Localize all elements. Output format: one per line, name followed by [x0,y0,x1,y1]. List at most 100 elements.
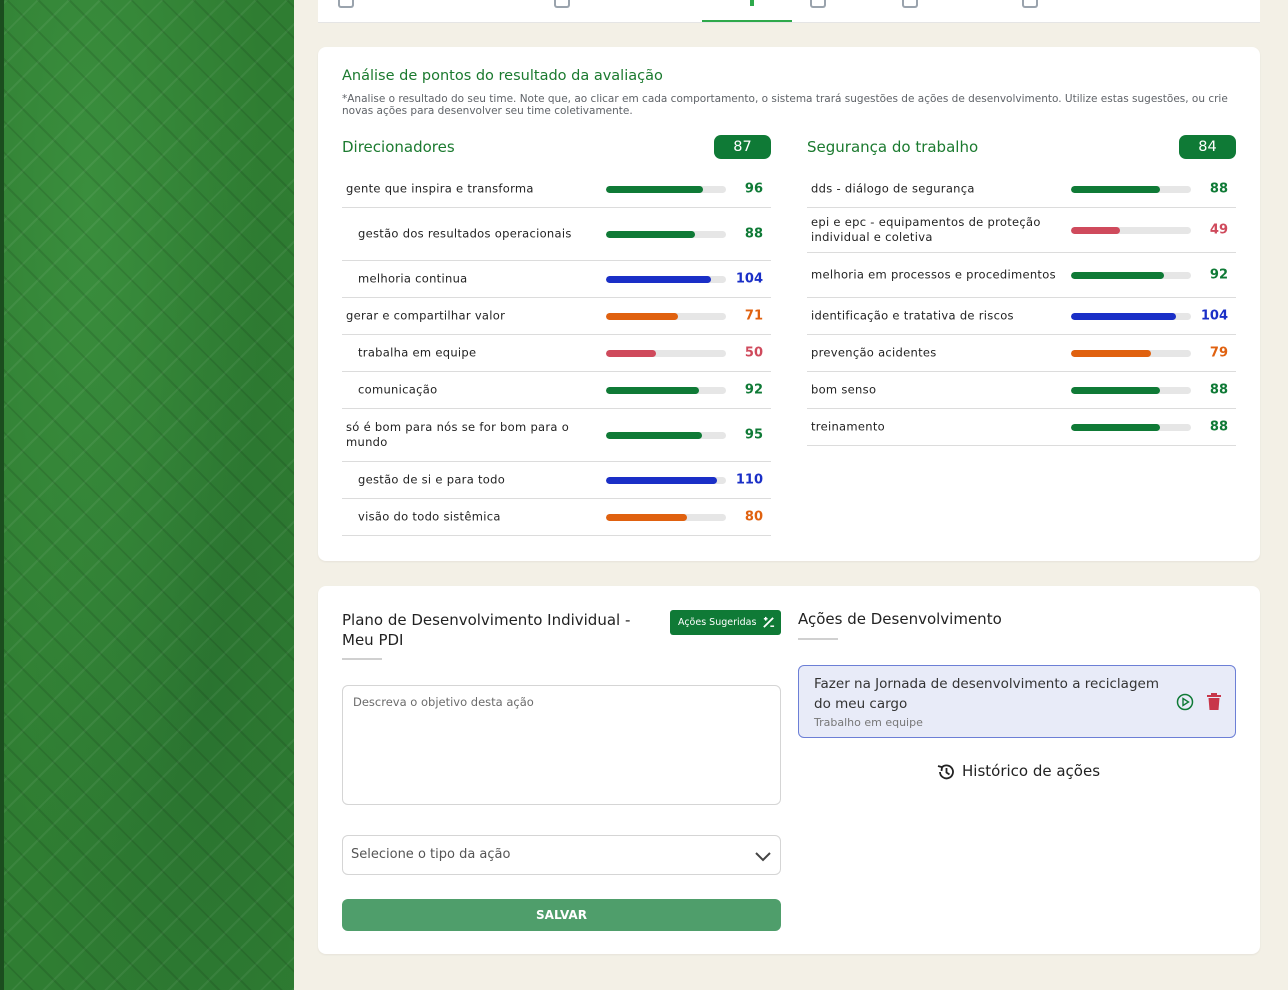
column-header: Direcionadores 87 [342,135,771,171]
tab-icon-3-active[interactable] [750,0,754,6]
behavior-label: GERAR E COMPARTILHAR VALOR [346,308,506,323]
column-seguranca: Segurança do trabalho 84 DDS - DIÁLOGO D… [807,135,1236,446]
tab-active-indicator [702,20,792,22]
pdi-title-underline [342,658,382,660]
behavior-label: IDENTIFICAÇÃO E TRATATIVA DE RISCOS [811,308,1014,323]
behavior-row[interactable]: GENTE QUE INSPIRA E TRANSFORMA 96 [342,171,771,208]
score-value: 50 [744,345,763,361]
action-item-text: Fazer na Jornada de desenvolvimento a re… [814,676,1159,712]
objective-textarea[interactable]: Descreva o objetivo desta ação [342,685,781,805]
play-circle-icon[interactable] [1176,693,1194,711]
score-value: 80 [744,509,763,525]
action-type-select[interactable]: Selecione o tipo da ação [342,835,781,875]
behavior-list: GENTE QUE INSPIRA E TRANSFORMA 96 GESTÃO D… [342,171,771,536]
score-bar-track [606,514,726,521]
analysis-note: *Analise o resultado do seu time. Note q… [342,93,1228,117]
score-value: 49 [1209,222,1228,238]
score-bar-track [1071,313,1191,320]
score-value: 110 [735,472,763,488]
behavior-row[interactable]: MELHORIA EM PROCESSOS E PROCEDIMENTOS 92 [807,253,1236,298]
score-bar-track [1071,227,1191,234]
score-bar-track [606,313,726,320]
behavior-label: MELHORIA CONTINUA [358,271,468,286]
behavior-label: DDS - DIÁLOGO DE SEGURANÇA [811,181,975,196]
score-bar-track [606,477,726,484]
score-bar-fill [606,432,702,439]
behavior-row[interactable]: TRABALHA EM EQUIPE 50 [342,335,771,372]
leaf-pattern-background [0,0,294,990]
behavior-label: GENTE QUE INSPIRA E TRANSFORMA [346,181,534,196]
score-value: 79 [1209,345,1228,361]
behavior-label: EPI E EPC - EQUIPAMENTOS DE PROTEÇÃO IND… [811,215,1041,244]
pdi-card: Plano de Desenvolvimento Individual - Me… [318,586,1260,954]
score-value: 104 [1200,308,1228,324]
suggested-actions-label: Ações Sugeridas [678,617,757,628]
score-bar-track [1071,186,1191,193]
score-value: 88 [744,226,763,242]
actions-title-underline [798,638,838,640]
column-score-badge: 87 [714,135,771,159]
score-bar-fill [606,231,695,238]
pdi-title: Plano de Desenvolvimento Individual - Me… [342,611,631,649]
score-bar-fill [606,514,687,521]
score-bar-track [606,350,726,357]
score-value: 95 [744,427,763,443]
score-bar-fill [606,313,678,320]
score-value: 88 [1209,382,1228,398]
score-bar-track [1071,272,1191,279]
tab-icon-2[interactable] [554,0,570,8]
score-value: 88 [1209,181,1228,197]
behavior-list: DDS - DIÁLOGO DE SEGURANÇA 88 EPI E EPC - … [807,171,1236,446]
behavior-row[interactable]: SÓ É BOM PARA NÓS SE FOR BOM PARA O MUND… [342,409,771,462]
behavior-row[interactable]: DDS - DIÁLOGO DE SEGURANÇA 88 [807,171,1236,208]
objective-placeholder: Descreva o objetivo desta ação [353,695,534,709]
score-bar-fill [606,276,711,283]
behavior-row[interactable]: VISÃO DO TODO SISTÊMICA 80 [342,499,771,536]
behavior-label: PREVENÇÃO ACIDENTES [811,345,937,360]
behavior-row[interactable]: EPI E EPC - EQUIPAMENTOS DE PROTEÇÃO IND… [807,208,1236,253]
behavior-row[interactable]: MELHORIA CONTINUA 104 [342,261,771,298]
score-value: 92 [744,382,763,398]
score-bar-fill [1071,313,1176,320]
behavior-row[interactable]: GESTÃO DOS RESULTADOS OPERACIONAIS 88 [342,208,771,261]
tab-icon-6[interactable] [1022,0,1038,8]
score-bar-fill [1071,387,1160,394]
behavior-row[interactable]: COMUNICAÇÃO 92 [342,372,771,409]
column-direcionadores: Direcionadores 87 GENTE QUE INSPIRA E TR… [342,135,771,536]
tab-icon-5[interactable] [902,0,918,8]
trash-icon[interactable] [1206,693,1222,711]
behavior-label: GESTÃO DE SI E PARA TODO [358,472,506,487]
behavior-label: SÓ É BOM PARA NÓS SE FOR BOM PARA O MUND… [346,420,570,449]
behavior-row[interactable]: GESTÃO DE SI E PARA TODO 110 [342,462,771,499]
score-bar-fill [1071,350,1151,357]
magic-wand-icon [763,616,775,628]
score-bar-track [1071,424,1191,431]
analysis-title: Análise de pontos do resultado da avalia… [342,68,663,84]
history-link[interactable]: Histórico de ações [936,762,1100,780]
behavior-label: COMUNICAÇÃO [358,382,438,397]
behavior-label: BOM SENSO [811,382,877,397]
suggested-actions-button[interactable]: Ações Sugeridas [670,610,781,635]
score-bar-track [606,186,726,193]
column-score-badge: 84 [1179,135,1236,159]
score-bar-fill [1071,227,1121,234]
column-title: Direcionadores [342,138,455,156]
score-bar-fill [1071,272,1164,279]
score-value: 96 [744,181,763,197]
history-label: Histórico de ações [962,762,1101,780]
behavior-row[interactable]: GERAR E COMPARTILHAR VALOR 71 [342,298,771,335]
history-icon [937,764,954,780]
score-bar-fill [606,350,657,357]
column-title: Segurança do trabalho [807,138,979,156]
behavior-row[interactable]: TREINAMENTO 88 [807,409,1236,446]
save-button[interactable]: SALVAR [342,899,781,931]
action-item[interactable]: Fazer na Jornada de desenvolvimento a re… [798,665,1236,738]
behavior-row[interactable]: IDENTIFICAÇÃO E TRATATIVA DE RISCOS 104 [807,298,1236,335]
score-bar-track [606,432,726,439]
behavior-row[interactable]: PREVENÇÃO ACIDENTES 79 [807,335,1236,372]
tab-icon-1[interactable] [338,0,354,8]
column-header: Segurança do trabalho 84 [807,135,1236,171]
behavior-row[interactable]: BOM SENSO 88 [807,372,1236,409]
tab-icon-4[interactable] [810,0,826,8]
behavior-label: VISÃO DO TODO SISTÊMICA [358,509,501,524]
